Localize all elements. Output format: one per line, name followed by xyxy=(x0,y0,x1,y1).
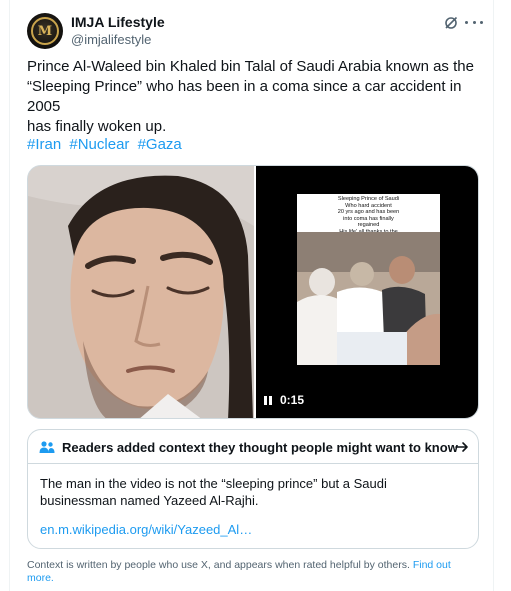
note-footer: Context is written by people who use X, … xyxy=(27,559,479,585)
pause-icon[interactable] xyxy=(264,395,272,405)
hashtag-iran[interactable]: #Iran xyxy=(27,136,61,153)
community-note-body: The man in the video is not the “sleepin… xyxy=(40,476,387,508)
video-player[interactable]: Sleeping Prince of Saudi Who hard accide… xyxy=(256,166,478,418)
photo-sleeping-man[interactable] xyxy=(28,166,254,418)
imja-logo-icon: M xyxy=(31,17,59,45)
avatar-initials: M xyxy=(37,23,53,39)
arrow-right-icon[interactable] xyxy=(455,440,469,454)
hashtags: #Iran #Nuclear #Gaza xyxy=(27,136,186,153)
video-scene xyxy=(297,232,440,365)
tweet-text: Prince Al-Waleed bin Khaled bin Talal of… xyxy=(27,58,474,135)
grok-icon[interactable] xyxy=(444,16,458,30)
hashtag-gaza[interactable]: #Gaza xyxy=(138,136,182,153)
community-note-link[interactable]: en.m.wikipedia.org/wiki/Yazeed_Al… xyxy=(40,522,252,537)
author-name[interactable]: IMJA Lifestyle xyxy=(71,14,165,30)
author-handle[interactable]: @imjalifestyle xyxy=(71,32,151,47)
community-note: Readers added context they thought peopl… xyxy=(27,429,479,549)
photo-illustration xyxy=(28,166,254,418)
video-time-badge[interactable]: 0:15 xyxy=(264,389,304,411)
hashtag-nuclear[interactable]: #Nuclear xyxy=(69,136,129,153)
media-grid: Sleeping Prince of Saudi Who hard accide… xyxy=(27,165,479,419)
video-scene-illustration xyxy=(297,232,440,365)
community-note-title: Readers added context they thought peopl… xyxy=(62,440,458,455)
video-time: 0:15 xyxy=(280,393,305,407)
avatar[interactable]: M xyxy=(27,13,63,49)
more-options-icon[interactable] xyxy=(465,14,483,30)
video-frame: Sleeping Prince of Saudi Who hard accide… xyxy=(297,194,440,365)
note-footer-text: Context is written by people who use X, … xyxy=(27,559,410,571)
people-icon xyxy=(39,441,55,453)
community-note-header[interactable]: Readers added context they thought peopl… xyxy=(28,430,478,464)
